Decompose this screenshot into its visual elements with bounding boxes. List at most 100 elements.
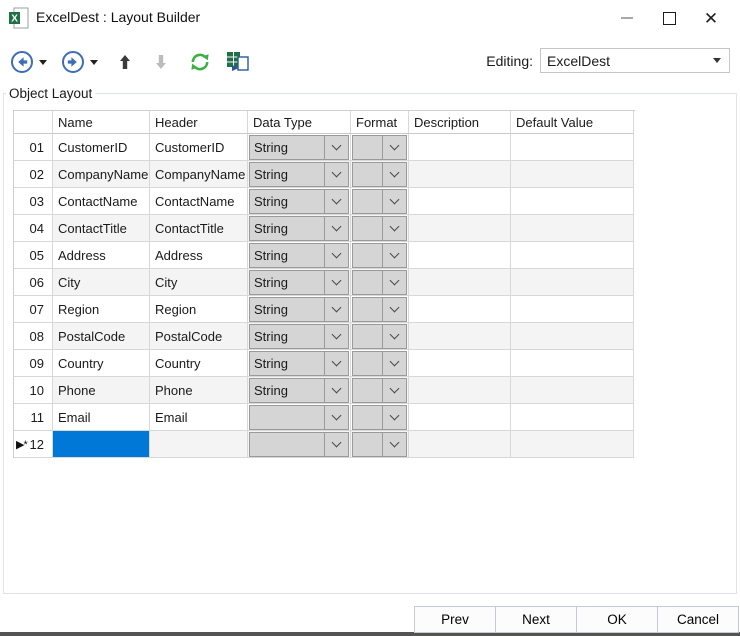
- grid-cell-default-value[interactable]: [511, 323, 634, 350]
- row-header[interactable]: 09: [14, 350, 53, 377]
- data_type-combobox-dropdown[interactable]: [324, 298, 348, 321]
- grid-cell-default-value[interactable]: [511, 350, 634, 377]
- format-combobox[interactable]: [352, 162, 407, 187]
- grid-cell-default-value[interactable]: [511, 269, 634, 296]
- back-dropdown-caret[interactable]: [39, 60, 47, 65]
- format-combobox[interactable]: [352, 297, 407, 322]
- grid-cell-description[interactable]: [409, 377, 511, 404]
- grid-cell-name[interactable]: Country: [53, 350, 150, 377]
- column-header-num[interactable]: [14, 111, 53, 134]
- format-combobox[interactable]: [352, 270, 407, 295]
- grid-cell-description[interactable]: [409, 296, 511, 323]
- grid-cell-description[interactable]: [409, 404, 511, 431]
- format-combobox-dropdown[interactable]: [382, 244, 406, 267]
- format-combobox-dropdown[interactable]: [382, 190, 406, 213]
- data_type-combobox-dropdown[interactable]: [324, 406, 348, 429]
- format-combobox-dropdown[interactable]: [382, 406, 406, 429]
- row-header[interactable]: 07: [14, 296, 53, 323]
- cancel-button[interactable]: Cancel: [657, 606, 739, 633]
- format-combobox-dropdown[interactable]: [382, 379, 406, 402]
- editing-combobox[interactable]: ExcelDest: [540, 48, 730, 73]
- move-down-button[interactable]: [152, 52, 170, 72]
- next-button[interactable]: Next: [495, 606, 577, 633]
- grid-cell-description[interactable]: [409, 242, 511, 269]
- grid-cell-name[interactable]: Region: [53, 296, 150, 323]
- format-combobox-dropdown[interactable]: [382, 298, 406, 321]
- grid-cell-header[interactable]: City: [150, 269, 248, 296]
- grid-cell-default-value[interactable]: [511, 242, 634, 269]
- column-header-format[interactable]: Format: [351, 111, 409, 134]
- format-combobox[interactable]: [352, 378, 407, 403]
- forward-button[interactable]: [61, 50, 85, 74]
- grid-cell-description[interactable]: [409, 134, 511, 161]
- data_type-combobox-dropdown[interactable]: [324, 217, 348, 240]
- grid-cell-name[interactable]: CompanyName: [53, 161, 150, 188]
- row-header[interactable]: 02: [14, 161, 53, 188]
- grid-cell-default-value[interactable]: [511, 404, 634, 431]
- row-header[interactable]: 10: [14, 377, 53, 404]
- grid-cell-header[interactable]: Phone: [150, 377, 248, 404]
- grid-cell-name[interactable]: Address: [53, 242, 150, 269]
- close-button[interactable]: ✕: [690, 0, 732, 36]
- grid-cell-header[interactable]: CompanyName: [150, 161, 248, 188]
- grid-cell-description[interactable]: [409, 323, 511, 350]
- grid-cell-name[interactable]: [53, 431, 150, 458]
- data_type-combobox[interactable]: [249, 432, 349, 457]
- grid-cell-header[interactable]: ContactName: [150, 188, 248, 215]
- grid-cell-name[interactable]: CustomerID: [53, 134, 150, 161]
- grid-cell-description[interactable]: [409, 350, 511, 377]
- back-button[interactable]: [10, 50, 34, 74]
- data_type-combobox-dropdown[interactable]: [324, 244, 348, 267]
- row-header[interactable]: 11: [14, 404, 53, 431]
- minimize-button[interactable]: [606, 0, 648, 36]
- column-header-default_value[interactable]: Default Value: [511, 111, 634, 134]
- grid-cell-description[interactable]: [409, 215, 511, 242]
- format-combobox-dropdown[interactable]: [382, 325, 406, 348]
- data_type-combobox-dropdown[interactable]: [324, 325, 348, 348]
- grid-cell-header[interactable]: Email: [150, 404, 248, 431]
- maximize-button[interactable]: [648, 0, 690, 36]
- column-header-description[interactable]: Description: [409, 111, 511, 134]
- grid-cell-name[interactable]: Email: [53, 404, 150, 431]
- data_type-combobox-dropdown[interactable]: [324, 136, 348, 159]
- row-header[interactable]: 08: [14, 323, 53, 350]
- column-header-header[interactable]: Header: [150, 111, 248, 134]
- grid-cell-default-value[interactable]: [511, 161, 634, 188]
- format-combobox[interactable]: [352, 216, 407, 241]
- format-combobox[interactable]: [352, 324, 407, 349]
- format-combobox[interactable]: [352, 405, 407, 430]
- format-combobox-dropdown[interactable]: [382, 217, 406, 240]
- grid-cell-default-value[interactable]: [511, 296, 634, 323]
- data_type-combobox[interactable]: String: [249, 378, 349, 403]
- format-combobox[interactable]: [352, 432, 407, 457]
- data_type-combobox[interactable]: String: [249, 189, 349, 214]
- grid-cell-default-value[interactable]: [511, 431, 634, 458]
- grid-cell-description[interactable]: [409, 431, 511, 458]
- data_type-combobox[interactable]: String: [249, 351, 349, 376]
- data_type-combobox-dropdown[interactable]: [324, 352, 348, 375]
- forward-dropdown-caret[interactable]: [90, 60, 98, 65]
- data_type-combobox[interactable]: String: [249, 270, 349, 295]
- data_type-combobox[interactable]: [249, 405, 349, 430]
- grid-cell-name[interactable]: ContactTitle: [53, 215, 150, 242]
- data_type-combobox[interactable]: String: [249, 297, 349, 322]
- grid-cell-name[interactable]: City: [53, 269, 150, 296]
- grid-cell-header[interactable]: Region: [150, 296, 248, 323]
- format-combobox-dropdown[interactable]: [382, 271, 406, 294]
- grid-cell-name[interactable]: ContactName: [53, 188, 150, 215]
- format-combobox-dropdown[interactable]: [382, 163, 406, 186]
- column-header-name[interactable]: Name: [53, 111, 150, 134]
- data_type-combobox-dropdown[interactable]: [324, 190, 348, 213]
- grid-cell-header[interactable]: ContactTitle: [150, 215, 248, 242]
- data_type-combobox[interactable]: String: [249, 243, 349, 268]
- row-header[interactable]: 03: [14, 188, 53, 215]
- data_type-combobox-dropdown[interactable]: [324, 163, 348, 186]
- grid-cell-header[interactable]: PostalCode: [150, 323, 248, 350]
- data_type-combobox[interactable]: String: [249, 162, 349, 187]
- row-header[interactable]: 04: [14, 215, 53, 242]
- grid-cell-header[interactable]: Country: [150, 350, 248, 377]
- grid-cell-default-value[interactable]: [511, 377, 634, 404]
- refresh-button[interactable]: [188, 50, 212, 74]
- grid-cell-header[interactable]: [150, 431, 248, 458]
- row-header[interactable]: 05: [14, 242, 53, 269]
